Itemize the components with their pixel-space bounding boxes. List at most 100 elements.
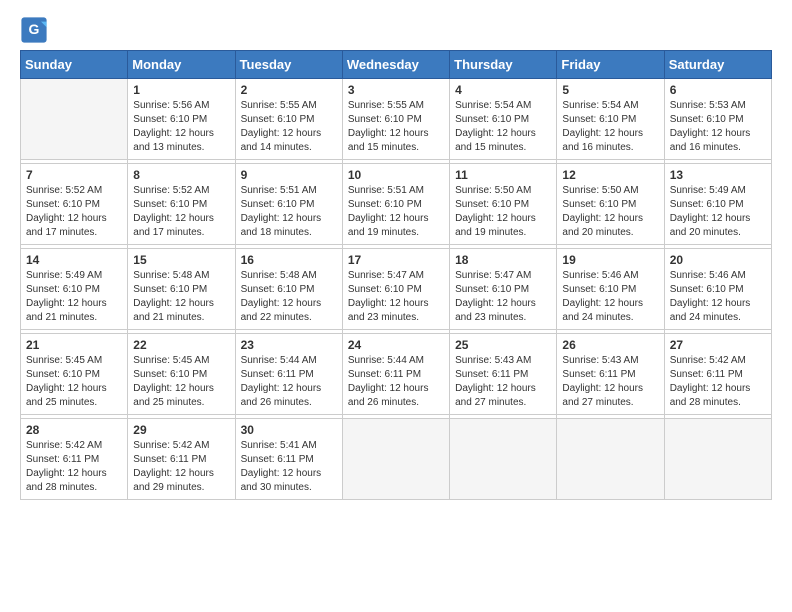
- calendar-cell: [557, 419, 664, 500]
- calendar-cell: 8 Sunrise: 5:52 AMSunset: 6:10 PMDaylight…: [128, 164, 235, 245]
- day-info: Sunrise: 5:41 AMSunset: 6:11 PMDaylight:…: [241, 439, 337, 495]
- calendar-cell: 10 Sunrise: 5:51 AMSunset: 6:10 PMDayligh…: [342, 164, 449, 245]
- day-number: 29: [133, 423, 229, 437]
- day-number: 28: [26, 423, 122, 437]
- calendar-cell: 24Sunrise: 5:44 AMSunset: 6:11 PMDayligh…: [342, 334, 449, 415]
- day-number: 9: [241, 168, 337, 182]
- calendar-header-row: SundayMondayTuesdayWednesdayThursdayFrid…: [21, 51, 772, 79]
- day-info: Sunrise: 5:48 AMSunset: 6:10 PMDaylight:…: [133, 269, 229, 325]
- day-number: 17: [348, 253, 444, 267]
- weekday-header: Saturday: [664, 51, 771, 79]
- day-info: Sunrise: 5:42 AMSunset: 6:11 PMDaylight:…: [133, 439, 229, 495]
- calendar-cell: [664, 419, 771, 500]
- day-number: 6: [670, 83, 766, 97]
- calendar-cell: 19 Sunrise: 5:46 AMSunset: 6:10 PMDayligh…: [557, 249, 664, 330]
- calendar-cell: 29 Sunrise: 5:42 AMSunset: 6:11 PMDayligh…: [128, 419, 235, 500]
- day-number: 12: [562, 168, 658, 182]
- calendar-cell: 25 Sunrise: 5:43 AMSunset: 6:11 PMDayligh…: [450, 334, 557, 415]
- calendar-cell: 17 Sunrise: 5:47 AMSunset: 6:10 PMDayligh…: [342, 249, 449, 330]
- calendar-cell: 9Sunrise: 5:51 AMSunset: 6:10 PMDaylight…: [235, 164, 342, 245]
- calendar-week-row: 14 Sunrise: 5:49 AMSunset: 6:10 PMDayligh…: [21, 249, 772, 330]
- calendar-cell: 3Sunrise: 5:55 AMSunset: 6:10 PMDaylight…: [342, 79, 449, 160]
- calendar-cell: 28 Sunrise: 5:42 AMSunset: 6:11 PMDayligh…: [21, 419, 128, 500]
- calendar-week-row: 21 Sunrise: 5:45 AMSunset: 6:10 PMDayligh…: [21, 334, 772, 415]
- day-info: Sunrise: 5:46 AMSunset: 6:10 PMDaylight:…: [562, 269, 658, 325]
- calendar-cell: 16 Sunrise: 5:48 AMSunset: 6:10 PMDayligh…: [235, 249, 342, 330]
- day-info: Sunrise: 5:52 AMSunset: 6:10 PMDaylight:…: [26, 184, 122, 240]
- calendar-table: SundayMondayTuesdayWednesdayThursdayFrid…: [20, 50, 772, 500]
- day-info: Sunrise: 5:45 AMSunset: 6:10 PMDaylight:…: [26, 354, 122, 410]
- day-number: 15: [133, 253, 229, 267]
- calendar-cell: 23Sunrise: 5:44 AMSunset: 6:11 PMDayligh…: [235, 334, 342, 415]
- day-info: Sunrise: 5:43 AMSunset: 6:11 PMDaylight:…: [455, 354, 551, 410]
- day-info: Sunrise: 5:53 AMSunset: 6:10 PMDaylight:…: [670, 99, 766, 155]
- day-number: 1: [133, 83, 229, 97]
- day-info: Sunrise: 5:45 AMSunset: 6:10 PMDaylight:…: [133, 354, 229, 410]
- weekday-header: Monday: [128, 51, 235, 79]
- day-info: Sunrise: 5:55 AMSunset: 6:10 PMDaylight:…: [241, 99, 337, 155]
- calendar-cell: 21 Sunrise: 5:45 AMSunset: 6:10 PMDayligh…: [21, 334, 128, 415]
- calendar-cell: 2 Sunrise: 5:55 AMSunset: 6:10 PMDaylight…: [235, 79, 342, 160]
- day-number: 27: [670, 338, 766, 352]
- day-number: 21: [26, 338, 122, 352]
- day-info: Sunrise: 5:42 AMSunset: 6:11 PMDaylight:…: [26, 439, 122, 495]
- day-info: Sunrise: 5:54 AMSunset: 6:10 PMDaylight:…: [455, 99, 551, 155]
- calendar-cell: 6 Sunrise: 5:53 AMSunset: 6:10 PMDaylight…: [664, 79, 771, 160]
- logo-icon: G: [20, 16, 48, 44]
- day-number: 5: [562, 83, 658, 97]
- calendar-cell: [450, 419, 557, 500]
- calendar-cell: 12Sunrise: 5:50 AMSunset: 6:10 PMDayligh…: [557, 164, 664, 245]
- day-info: Sunrise: 5:48 AMSunset: 6:10 PMDaylight:…: [241, 269, 337, 325]
- day-number: 19: [562, 253, 658, 267]
- day-info: Sunrise: 5:49 AMSunset: 6:10 PMDaylight:…: [670, 184, 766, 240]
- calendar-cell: 20Sunrise: 5:46 AMSunset: 6:10 PMDayligh…: [664, 249, 771, 330]
- day-number: 22: [133, 338, 229, 352]
- day-info: Sunrise: 5:42 AMSunset: 6:11 PMDaylight:…: [670, 354, 766, 410]
- day-info: Sunrise: 5:43 AMSunset: 6:11 PMDaylight:…: [562, 354, 658, 410]
- day-info: Sunrise: 5:44 AMSunset: 6:11 PMDaylight:…: [348, 354, 444, 410]
- weekday-header: Friday: [557, 51, 664, 79]
- calendar-cell: 5 Sunrise: 5:54 AMSunset: 6:10 PMDaylight…: [557, 79, 664, 160]
- calendar-cell: 26 Sunrise: 5:43 AMSunset: 6:11 PMDayligh…: [557, 334, 664, 415]
- day-info: Sunrise: 5:49 AMSunset: 6:10 PMDaylight:…: [26, 269, 122, 325]
- day-info: Sunrise: 5:54 AMSunset: 6:10 PMDaylight:…: [562, 99, 658, 155]
- calendar-cell: 14 Sunrise: 5:49 AMSunset: 6:10 PMDayligh…: [21, 249, 128, 330]
- day-info: Sunrise: 5:52 AMSunset: 6:10 PMDaylight:…: [133, 184, 229, 240]
- page-header: G: [20, 16, 772, 44]
- calendar-cell: [342, 419, 449, 500]
- calendar-cell: 22 Sunrise: 5:45 AMSunset: 6:10 PMDayligh…: [128, 334, 235, 415]
- weekday-header: Wednesday: [342, 51, 449, 79]
- calendar-week-row: 7 Sunrise: 5:52 AMSunset: 6:10 PMDaylight…: [21, 164, 772, 245]
- day-info: Sunrise: 5:47 AMSunset: 6:10 PMDaylight:…: [348, 269, 444, 325]
- calendar-cell: 4 Sunrise: 5:54 AMSunset: 6:10 PMDaylight…: [450, 79, 557, 160]
- day-number: 11: [455, 168, 551, 182]
- weekday-header: Tuesday: [235, 51, 342, 79]
- day-number: 13: [670, 168, 766, 182]
- day-number: 30: [241, 423, 337, 437]
- day-info: Sunrise: 5:56 AMSunset: 6:10 PMDaylight:…: [133, 99, 229, 155]
- calendar-cell: 27 Sunrise: 5:42 AMSunset: 6:11 PMDayligh…: [664, 334, 771, 415]
- day-number: 10: [348, 168, 444, 182]
- day-number: 16: [241, 253, 337, 267]
- day-number: 7: [26, 168, 122, 182]
- calendar-cell: 30 Sunrise: 5:41 AMSunset: 6:11 PMDayligh…: [235, 419, 342, 500]
- day-number: 25: [455, 338, 551, 352]
- calendar-cell: 1 Sunrise: 5:56 AMSunset: 6:10 PMDaylight…: [128, 79, 235, 160]
- day-number: 20: [670, 253, 766, 267]
- day-info: Sunrise: 5:47 AMSunset: 6:10 PMDaylight:…: [455, 269, 551, 325]
- day-number: 4: [455, 83, 551, 97]
- day-info: Sunrise: 5:51 AMSunset: 6:10 PMDaylight:…: [348, 184, 444, 240]
- day-number: 3: [348, 83, 444, 97]
- calendar-cell: [21, 79, 128, 160]
- day-number: 14: [26, 253, 122, 267]
- calendar-cell: 18Sunrise: 5:47 AMSunset: 6:10 PMDayligh…: [450, 249, 557, 330]
- logo: G: [20, 16, 52, 44]
- day-number: 2: [241, 83, 337, 97]
- weekday-header: Thursday: [450, 51, 557, 79]
- day-number: 26: [562, 338, 658, 352]
- calendar-week-row: 28 Sunrise: 5:42 AMSunset: 6:11 PMDayligh…: [21, 419, 772, 500]
- day-info: Sunrise: 5:50 AMSunset: 6:10 PMDaylight:…: [455, 184, 551, 240]
- calendar-cell: 13 Sunrise: 5:49 AMSunset: 6:10 PMDayligh…: [664, 164, 771, 245]
- day-number: 8: [133, 168, 229, 182]
- calendar-cell: 15 Sunrise: 5:48 AMSunset: 6:10 PMDayligh…: [128, 249, 235, 330]
